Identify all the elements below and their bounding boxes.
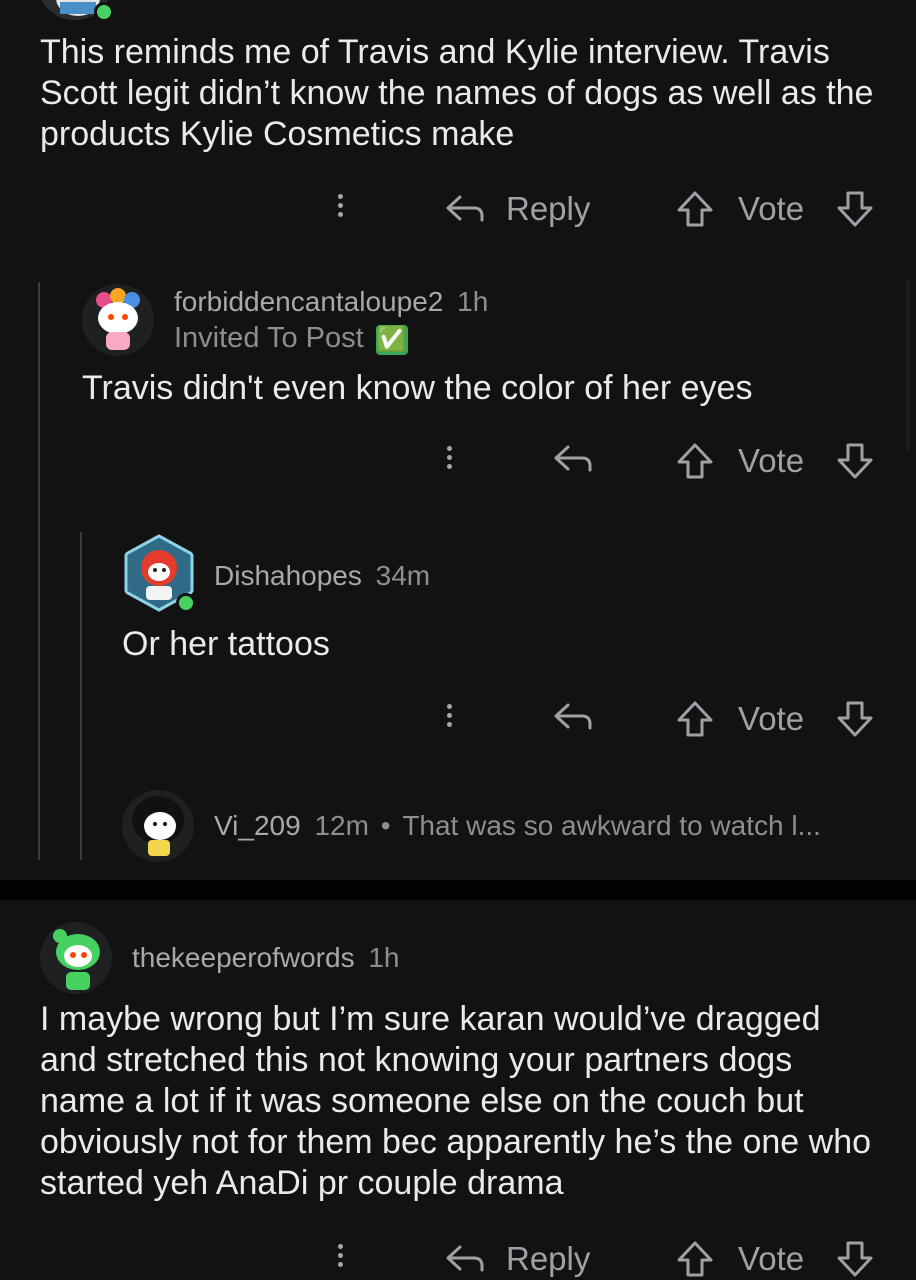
downvote-button[interactable]	[836, 700, 874, 738]
reply-label: Reply	[506, 1240, 591, 1277]
separator: •	[380, 810, 391, 841]
reply-icon	[446, 1245, 484, 1272]
reply-icon	[446, 195, 484, 222]
downvote-button[interactable]	[836, 1240, 874, 1278]
comment-body: Or her tattoos	[122, 625, 330, 663]
timestamp: 1h	[368, 942, 400, 973]
comment-body: I maybe wrong but I’m sure karan would’v…	[40, 1000, 872, 1202]
timestamp: 12m	[314, 810, 369, 841]
more-icon	[338, 1240, 343, 1271]
avatar[interactable]	[40, 922, 112, 994]
reply-button[interactable]	[552, 442, 594, 476]
comment-body: Travis didn't even know the color of her…	[82, 369, 753, 407]
avatar-image	[53, 929, 100, 990]
upvote-button[interactable]	[676, 190, 714, 228]
upvote-icon	[677, 701, 713, 737]
upvote-icon	[677, 1241, 713, 1277]
more-options-button[interactable]	[338, 190, 343, 221]
vote-count: Vote	[738, 700, 805, 737]
comment-header: thekeeperofwords 1h	[132, 942, 400, 974]
vote-count: Vote	[738, 442, 805, 479]
comment-header: forbiddencantaloupe2 1h	[174, 286, 488, 318]
timestamp: 34m	[375, 560, 431, 591]
downvote-icon	[837, 1241, 873, 1277]
upvote-icon	[677, 191, 713, 227]
reply-button[interactable]: Reply	[444, 190, 590, 228]
upvote-icon	[677, 443, 713, 479]
timestamp: 1h	[457, 286, 489, 317]
avatar-image	[96, 288, 140, 350]
downvote-icon	[837, 701, 873, 737]
more-icon	[447, 442, 452, 473]
more-options-button[interactable]	[447, 442, 452, 473]
online-indicator	[94, 2, 114, 22]
avatar[interactable]	[82, 284, 154, 356]
upvote-button[interactable]	[676, 442, 714, 480]
downvote-button[interactable]	[836, 442, 874, 480]
collapsed-comment[interactable]: Vi_209 12m • That was so awkward to watc…	[214, 810, 821, 842]
username[interactable]: thekeeperofwords	[132, 942, 355, 973]
check-icon: ✅	[375, 325, 408, 355]
comment-preview: That was so awkward to watch l...	[402, 810, 821, 841]
thread-line[interactable]	[80, 532, 82, 860]
more-icon	[338, 190, 343, 221]
comment-header: Dishahopes 34m	[214, 560, 430, 592]
more-icon	[447, 700, 452, 731]
vote-count: Vote	[738, 190, 805, 227]
reply-label: Reply	[506, 190, 591, 227]
scrollbar[interactable]	[906, 280, 910, 450]
user-flair: Invited To Post ✅	[174, 322, 408, 355]
upvote-button[interactable]	[676, 1240, 714, 1278]
online-indicator	[176, 593, 196, 613]
section-divider	[0, 880, 916, 900]
username[interactable]: forbiddencantaloupe2	[174, 286, 443, 317]
comment-body: This reminds me of Travis and Kylie inte…	[40, 33, 874, 153]
vote-count: Vote	[738, 1240, 805, 1277]
avatar[interactable]	[122, 790, 194, 862]
upvote-button[interactable]	[676, 700, 714, 738]
more-options-button[interactable]	[338, 1240, 343, 1271]
flair-text: Invited To Post	[174, 322, 364, 354]
downvote-icon	[837, 443, 873, 479]
downvote-icon	[837, 191, 873, 227]
reply-button[interactable]: Reply	[444, 1240, 590, 1278]
reply-button[interactable]	[552, 700, 594, 734]
reply-icon	[554, 445, 592, 472]
username[interactable]: Dishahopes	[214, 560, 362, 591]
reply-icon	[554, 703, 592, 730]
username[interactable]: Vi_209	[214, 810, 301, 841]
avatar-image	[132, 796, 184, 856]
thread-line[interactable]	[38, 282, 40, 860]
more-options-button[interactable]	[447, 700, 452, 731]
downvote-button[interactable]	[836, 190, 874, 228]
